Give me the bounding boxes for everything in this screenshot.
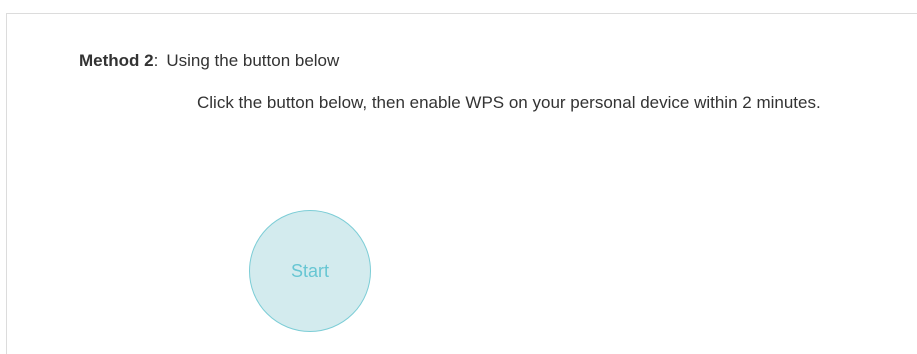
method-heading: Method 2: Using the button below [79,50,339,72]
method-label: Method 2 [79,51,154,70]
method-colon: : [153,51,159,70]
method-description: Click the button below, then enable WPS … [197,93,821,112]
start-button[interactable]: Start [249,210,371,332]
method-title: Using the button below [166,51,340,70]
